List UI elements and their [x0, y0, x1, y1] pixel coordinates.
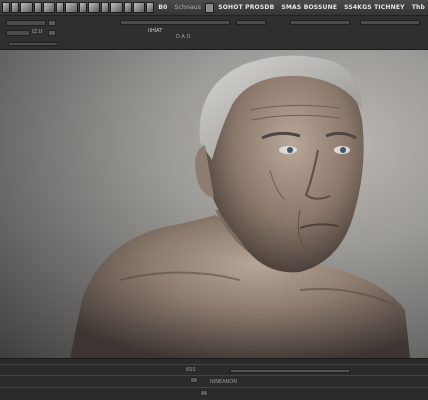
option-field[interactable] — [120, 20, 230, 25]
thumbnail[interactable] — [65, 2, 78, 13]
tab-icon[interactable] — [205, 2, 215, 13]
image-canvas[interactable] — [0, 50, 428, 358]
bottom-panel: 6SS NINEANON — [0, 358, 428, 400]
thumbnail[interactable] — [20, 2, 33, 13]
panel-button[interactable] — [190, 377, 198, 383]
option-field[interactable] — [360, 20, 420, 25]
portrait-photo — [70, 55, 410, 358]
tab-label[interactable]: SOHOT PROSDB — [215, 4, 277, 11]
thumbnail[interactable] — [33, 2, 42, 13]
image-editor-window: B0 Schnaus SOHOT PROSDB SMAS BOSSUNE SS4… — [0, 0, 428, 400]
filmstrip-bar: B0 Schnaus SOHOT PROSDB SMAS BOSSUNE SS4… — [0, 0, 428, 16]
thumbnail[interactable] — [101, 2, 110, 13]
slider-track[interactable] — [8, 42, 58, 46]
tab-label[interactable]: Thb — [409, 4, 428, 11]
divider — [0, 375, 428, 376]
option-field[interactable] — [6, 30, 30, 36]
timeline-bar[interactable] — [230, 369, 350, 373]
option-value: IZ.U — [32, 29, 43, 35]
thumbnail[interactable] — [11, 2, 20, 13]
panel-label: 6SS — [186, 367, 196, 373]
thumbnail[interactable] — [87, 2, 101, 13]
thumbnail[interactable] — [78, 2, 87, 13]
thumbnail[interactable] — [56, 2, 65, 13]
tab-label[interactable]: SS4KGS TICHNEY — [341, 4, 408, 11]
tab-label[interactable]: B0 — [155, 4, 170, 11]
tab-label[interactable]: SMAS BOSSUNE — [278, 4, 340, 11]
option-field[interactable] — [290, 20, 350, 25]
option-button[interactable] — [48, 20, 56, 26]
center-label: IIHIAT — [148, 28, 163, 34]
divider — [0, 387, 428, 388]
panel-label: NINEANON — [210, 379, 237, 385]
option-button[interactable] — [48, 30, 56, 36]
panel-button[interactable] — [200, 390, 208, 396]
divider — [0, 364, 428, 365]
options-toolbar: IZ.U IIHIAT D A O — [0, 16, 428, 50]
thumbnail[interactable] — [42, 2, 56, 13]
thumbnail[interactable] — [146, 2, 155, 13]
thumbnail[interactable] — [132, 2, 146, 13]
tab-label[interactable]: Schnaus — [172, 4, 205, 11]
option-field[interactable] — [236, 20, 266, 25]
thumbnail[interactable] — [2, 2, 11, 13]
option-field[interactable] — [6, 20, 46, 26]
center-label: D A O — [176, 34, 191, 40]
thumbnail[interactable] — [110, 2, 123, 13]
thumbnail[interactable] — [123, 2, 132, 13]
